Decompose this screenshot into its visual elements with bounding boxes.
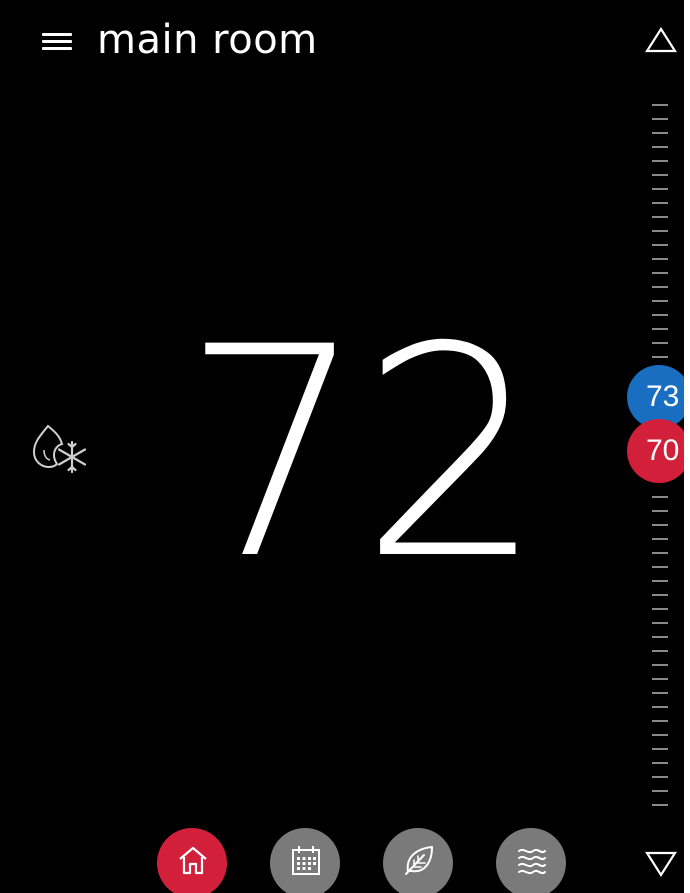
scale-tick <box>652 202 668 204</box>
scale-tick <box>652 678 668 680</box>
scale-tick <box>652 188 668 190</box>
fan-waves-icon <box>518 848 546 875</box>
calendar-icon <box>292 846 320 875</box>
scale-tick <box>652 300 668 302</box>
scale-tick <box>652 230 668 232</box>
scale-tick <box>652 692 668 694</box>
scale-tick <box>652 734 668 736</box>
scale-tick <box>652 328 668 330</box>
room-name-title: main room <box>97 17 318 63</box>
scale-tick <box>652 286 668 288</box>
nav-eco-button[interactable] <box>383 828 453 893</box>
scale-tick <box>652 608 668 610</box>
scale-tick <box>652 146 668 148</box>
scale-tick <box>652 524 668 526</box>
scale-tick <box>652 496 668 498</box>
heat-setpoint-handle[interactable]: 70 <box>627 419 684 483</box>
scale-tick <box>652 650 668 652</box>
scale-tick <box>652 258 668 260</box>
scale-tick <box>652 566 668 568</box>
scale-tick <box>652 160 668 162</box>
heat-cool-mode-icon[interactable] <box>30 420 90 480</box>
scale-tick <box>652 720 668 722</box>
nav-home-button[interactable] <box>157 828 227 893</box>
nav-schedule-button[interactable] <box>270 828 340 893</box>
scale-tick <box>652 104 668 106</box>
scale-tick <box>652 174 668 176</box>
home-icon <box>179 846 207 875</box>
screen-edge <box>684 0 690 893</box>
scale-tick <box>652 804 668 806</box>
current-temperature: 72 <box>181 286 544 623</box>
scale-tick <box>652 510 668 512</box>
triangle-down-icon[interactable] <box>644 850 678 878</box>
hamburger-menu-icon[interactable] <box>40 30 74 54</box>
scale-tick <box>652 776 668 778</box>
scale-tick <box>652 664 668 666</box>
scale-tick <box>652 748 668 750</box>
scale-tick <box>652 622 668 624</box>
scale-tick <box>652 552 668 554</box>
scale-tick <box>652 538 668 540</box>
scale-tick <box>652 132 668 134</box>
scale-tick <box>652 706 668 708</box>
scale-tick <box>652 216 668 218</box>
scale-tick <box>652 272 668 274</box>
nav-fan-button[interactable] <box>496 828 566 893</box>
scale-tick <box>652 594 668 596</box>
scale-tick <box>652 636 668 638</box>
thermostat-screen: main room 72 73 70 <box>0 0 684 893</box>
scale-tick <box>652 580 668 582</box>
scale-tick <box>652 118 668 120</box>
leaf-icon <box>405 846 433 875</box>
scale-tick <box>652 314 668 316</box>
scale-tick <box>652 790 668 792</box>
scale-tick <box>652 762 668 764</box>
scale-tick <box>652 356 668 358</box>
scale-tick <box>652 244 668 246</box>
scale-tick <box>652 342 668 344</box>
